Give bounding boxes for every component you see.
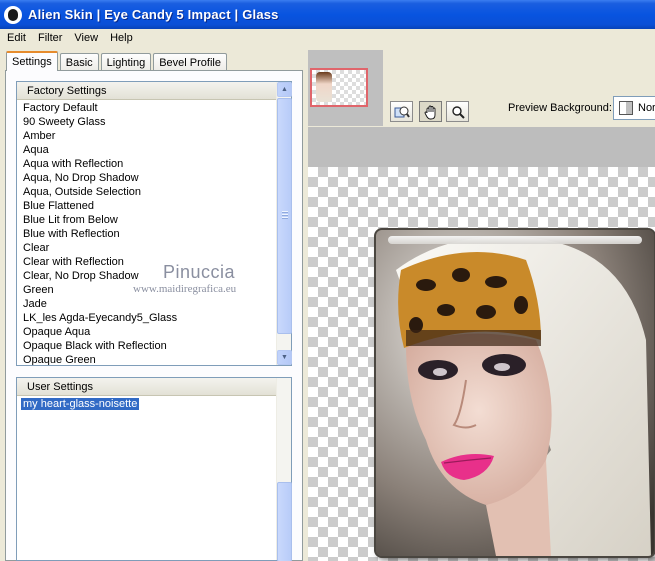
menu-edit[interactable]: Edit (0, 32, 31, 44)
tab-lighting[interactable]: Lighting (100, 53, 152, 71)
factory-preset-item[interactable]: LK_les Agda-Eyecandy5_Glass (17, 311, 276, 325)
menu-view[interactable]: View (67, 32, 103, 44)
factory-preset-item[interactable]: Opaque Aqua (17, 325, 276, 339)
glass-highlight (388, 236, 642, 244)
factory-settings-list[interactable]: Factory Settings Factory Default 90 Sweet… (16, 81, 292, 366)
factory-settings-header: Factory Settings (17, 82, 276, 100)
alien-skin-icon (4, 5, 22, 24)
user-preset-item[interactable]: my heart-glass-noisette (17, 397, 276, 411)
preview-background-select[interactable]: Nor (613, 96, 655, 120)
factory-settings-items: Factory Default 90 Sweety Glass Amber Aqua A… (17, 101, 276, 365)
factory-preset-item[interactable]: Blue with Reflection (17, 227, 276, 241)
factory-preset-item[interactable]: Jade (17, 297, 276, 311)
user-preset-label: my heart-glass-noisette (21, 398, 140, 410)
background-swatch-icon (619, 101, 633, 115)
watermark-name: Pinuccia (163, 262, 236, 282)
tab-basic[interactable]: Basic (59, 53, 99, 71)
title-bar: Alien Skin | Eye Candy 5 Impact | Glass (0, 0, 655, 29)
tab-settings[interactable]: Settings (6, 51, 58, 71)
menu-help[interactable]: Help (103, 32, 138, 44)
window-title: Alien Skin | Eye Candy 5 Impact | Glass (28, 7, 279, 22)
factory-preset-item[interactable]: Blue Lit from Below (17, 213, 276, 227)
factory-preset-item[interactable]: Opaque Black with Reflection (17, 339, 276, 353)
preview-canvas[interactable] (308, 167, 655, 561)
hand-icon[interactable] (419, 101, 442, 122)
factory-preset-item[interactable]: Aqua, Outside Selection (17, 185, 276, 199)
menu-bar: Edit Filter View Help (0, 29, 655, 47)
user-scrollbar[interactable] (276, 378, 292, 561)
watermark-site: www.maidiregrafica.eu (133, 283, 237, 295)
scroll-up-button[interactable]: ▲ (277, 82, 292, 97)
factory-preset-item[interactable]: Clear with Reflection (17, 255, 276, 269)
factory-scrollbar[interactable]: ▲ ▼ (276, 82, 292, 365)
user-settings-items: my heart-glass-noisette (17, 397, 276, 560)
factory-preset-item[interactable]: Aqua with Reflection (17, 157, 276, 171)
preview-background-label: Preview Background: (508, 102, 612, 114)
factory-preset-item[interactable]: Clear, No Drop Shadow (17, 269, 276, 283)
factory-preset-item[interactable]: 90 Sweety Glass (17, 115, 276, 129)
factory-preset-item[interactable]: Opaque Green (17, 353, 276, 365)
tab-strip: Settings Basic Lighting Bevel Profile (6, 51, 229, 71)
preview-background-value: Nor (638, 102, 655, 114)
navigator-thumbnail[interactable] (310, 68, 368, 107)
user-scroll-thumb[interactable] (277, 482, 292, 561)
tab-bevel-profile[interactable]: Bevel Profile (153, 53, 227, 71)
user-settings-header: User Settings (17, 378, 276, 396)
factory-preset-item[interactable]: Blue Flattened (17, 199, 276, 213)
scroll-down-button[interactable]: ▼ (277, 350, 292, 365)
navigator-strip (308, 50, 383, 126)
user-settings-list[interactable]: User Settings my heart-glass-noisette (16, 377, 292, 561)
scroll-thumb[interactable] (277, 98, 292, 334)
preview-image (376, 230, 654, 556)
factory-preset-item[interactable]: Factory Default (17, 101, 276, 115)
factory-preset-item[interactable]: Aqua (17, 143, 276, 157)
preview-top-band (308, 127, 655, 167)
menu-filter[interactable]: Filter (31, 32, 67, 44)
zoom-fit-icon[interactable] (390, 101, 413, 122)
factory-preset-item[interactable]: Amber (17, 129, 276, 143)
factory-preset-item[interactable]: Aqua, No Drop Shadow (17, 171, 276, 185)
factory-preset-item[interactable]: Clear (17, 241, 276, 255)
magnifier-icon[interactable] (446, 101, 469, 122)
